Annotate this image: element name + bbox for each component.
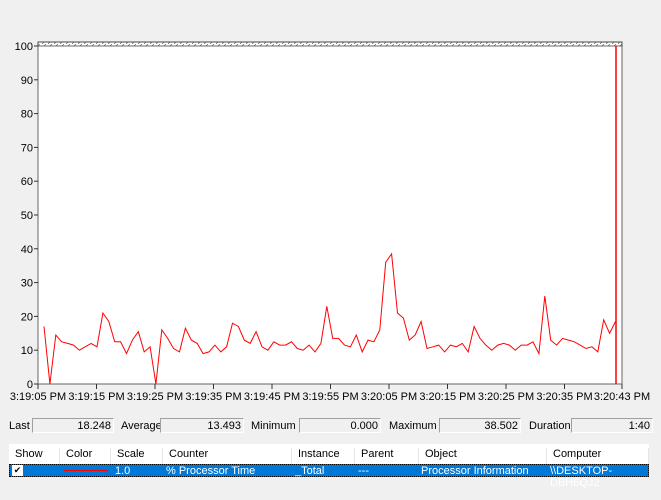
plot-area bbox=[37, 41, 623, 385]
minimum-label: Minimum bbox=[251, 420, 296, 432]
counter-cell: % Processor Time bbox=[166, 465, 256, 477]
statistics-bar: Last 18.248 Average 13.493 Minimum 0.000… bbox=[9, 418, 661, 434]
maximum-value: 38.502 bbox=[439, 418, 521, 433]
col-counter[interactable]: Counter bbox=[163, 448, 292, 464]
duration-value: 1:40 bbox=[571, 418, 653, 433]
overflow-band bbox=[37, 41, 623, 47]
y-tick-label: 30 bbox=[21, 278, 33, 290]
show-checkbox[interactable]: ✔ bbox=[12, 465, 23, 476]
average-value: 13.493 bbox=[160, 418, 244, 433]
x-tick-label: 3:20:15 PM bbox=[419, 391, 475, 403]
computer-cell: \\DESKTOP-DBH6QJ2 bbox=[550, 465, 613, 489]
x-tick-label: 3:19:55 PM bbox=[302, 391, 358, 403]
y-tick-label: 10 bbox=[21, 345, 33, 357]
instance-cell: _Total bbox=[295, 465, 325, 477]
x-tick-label: 3:20:25 PM bbox=[478, 391, 534, 403]
col-parent[interactable]: Parent bbox=[355, 448, 419, 464]
average-label: Average bbox=[121, 420, 162, 432]
parent-cell: --- bbox=[358, 465, 369, 477]
last-label: Last bbox=[9, 420, 30, 432]
y-tick-label: 80 bbox=[21, 109, 33, 121]
performance-graph: 0 10 20 30 40 50 60 70 80 90 100 3:19:05 PM 3:19:15 … bbox=[10, 41, 650, 403]
col-show[interactable]: Show bbox=[9, 448, 60, 464]
col-object[interactable]: Object bbox=[419, 448, 547, 464]
maximum-label: Maximum bbox=[389, 420, 437, 432]
x-tick-label: 3:19:15 PM bbox=[68, 391, 124, 403]
col-instance[interactable]: Instance bbox=[292, 448, 355, 464]
minimum-value: 0.000 bbox=[299, 418, 381, 433]
scale-cell: 1.0 bbox=[115, 465, 131, 477]
y-tick-label: 70 bbox=[21, 142, 33, 154]
x-tick-label: 3:20:43 PM bbox=[594, 391, 650, 403]
col-scale[interactable]: Scale bbox=[111, 448, 163, 464]
y-tick-label: 90 bbox=[21, 75, 33, 87]
x-tick-label: 3:19:45 PM bbox=[244, 391, 300, 403]
object-cell: Processor Information bbox=[421, 465, 529, 477]
table-header: Show Color Scale Counter Instance Parent… bbox=[9, 444, 649, 464]
col-computer[interactable]: Computer bbox=[547, 448, 649, 464]
x-tick-label: 3:19:05 PM bbox=[10, 391, 66, 403]
x-tick-label: 3:20:05 PM bbox=[361, 391, 417, 403]
last-value: 18.248 bbox=[32, 418, 114, 433]
x-tick-label: 3:19:35 PM bbox=[185, 391, 241, 403]
y-tick-label: 20 bbox=[21, 311, 33, 323]
counter-table: Show Color Scale Counter Instance Parent… bbox=[9, 444, 649, 489]
y-tick-label: 100 bbox=[15, 41, 33, 53]
y-tick-label: 60 bbox=[21, 176, 33, 188]
table-row[interactable]: ✔ 1.0 % Processor Time _Total --- Proces… bbox=[9, 464, 649, 489]
color-swatch bbox=[64, 470, 108, 471]
duration-label: Duration bbox=[529, 420, 571, 432]
x-tick-label: 3:20:35 PM bbox=[536, 391, 592, 403]
y-tick-label: 0 bbox=[27, 379, 33, 391]
y-tick-label: 40 bbox=[21, 244, 33, 256]
y-tick-label: 50 bbox=[21, 210, 33, 222]
col-color[interactable]: Color bbox=[60, 448, 111, 464]
x-tick-label: 3:19:25 PM bbox=[127, 391, 183, 403]
